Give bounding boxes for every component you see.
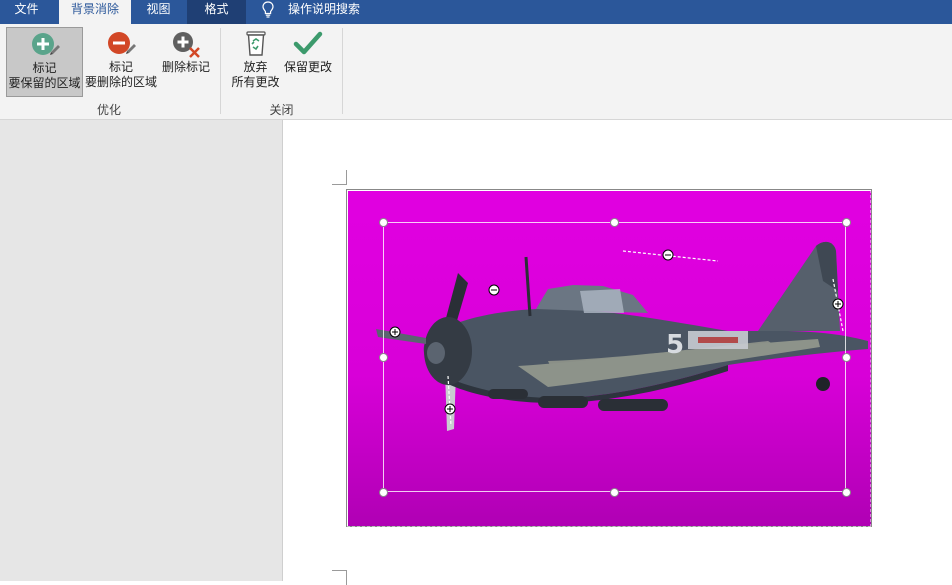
marquee-handle-bottom-right[interactable] [842, 488, 851, 497]
mark-areas-to-remove-button[interactable]: 标记 要删除的区域 [84, 27, 158, 95]
ribbon: 标记 要保留的区域 标记 要删除的区域 删除标记 优化 放弃 所有更改 保留更改… [0, 24, 952, 120]
keep-check-icon [293, 31, 323, 55]
delete-mark-icon [173, 32, 200, 58]
keep-changes-label: 保留更改 [283, 60, 332, 74]
tell-me-search[interactable]: 操作说明搜索 [260, 0, 360, 24]
discard-bin-icon [245, 31, 266, 56]
mark-keep-label-1: 标记 [32, 61, 57, 75]
group-label-refine: 优化 [96, 103, 121, 117]
marquee-handle-top-left[interactable] [379, 218, 388, 227]
mark-remove-label-2: 要删除的区域 [84, 75, 157, 89]
group-separator [342, 28, 343, 114]
delete-mark-label: 删除标记 [161, 60, 210, 74]
discard-label-2: 所有更改 [231, 75, 280, 89]
marquee-handle-top[interactable] [610, 218, 619, 227]
mark-remove-label-1: 标记 [108, 60, 133, 74]
marquee-handle-top-right[interactable] [842, 218, 851, 227]
mark-areas-to-keep-button[interactable]: 标记 要保留的区域 [6, 27, 83, 97]
mark-remove-icon [108, 32, 136, 54]
marquee-handle-bottom[interactable] [610, 488, 619, 497]
delete-mark-button[interactable]: 删除标记 [160, 27, 212, 95]
lightbulb-icon [262, 1, 274, 18]
keep-area-marquee[interactable] [383, 222, 846, 492]
tab-format[interactable]: 格式 [187, 0, 246, 24]
marquee-handle-right[interactable] [842, 353, 851, 362]
marquee-handle-bottom-left[interactable] [379, 488, 388, 497]
group-label-close: 关闭 [269, 103, 294, 117]
tab-file[interactable]: 文件 [0, 0, 53, 24]
keep-changes-button[interactable]: 保留更改 [283, 27, 333, 95]
mark-keep-icon [31, 33, 60, 55]
tab-view[interactable]: 视图 [131, 0, 186, 24]
margin-corner-marker [332, 170, 347, 185]
mark-keep-label-2: 要保留的区域 [8, 76, 81, 90]
discard-label-1: 放弃 [243, 60, 268, 74]
marquee-handle-left[interactable] [379, 353, 388, 362]
discard-all-changes-button[interactable]: 放弃 所有更改 [229, 27, 282, 95]
left-pane [0, 120, 283, 581]
tell-me-label: 操作说明搜索 [288, 2, 361, 16]
ribbon-tab-bar: 文件 背景消除 视图 格式 操作说明搜索 [0, 0, 952, 24]
tab-background-removal[interactable]: 背景消除 [59, 0, 131, 24]
margin-corner-marker [332, 570, 347, 585]
